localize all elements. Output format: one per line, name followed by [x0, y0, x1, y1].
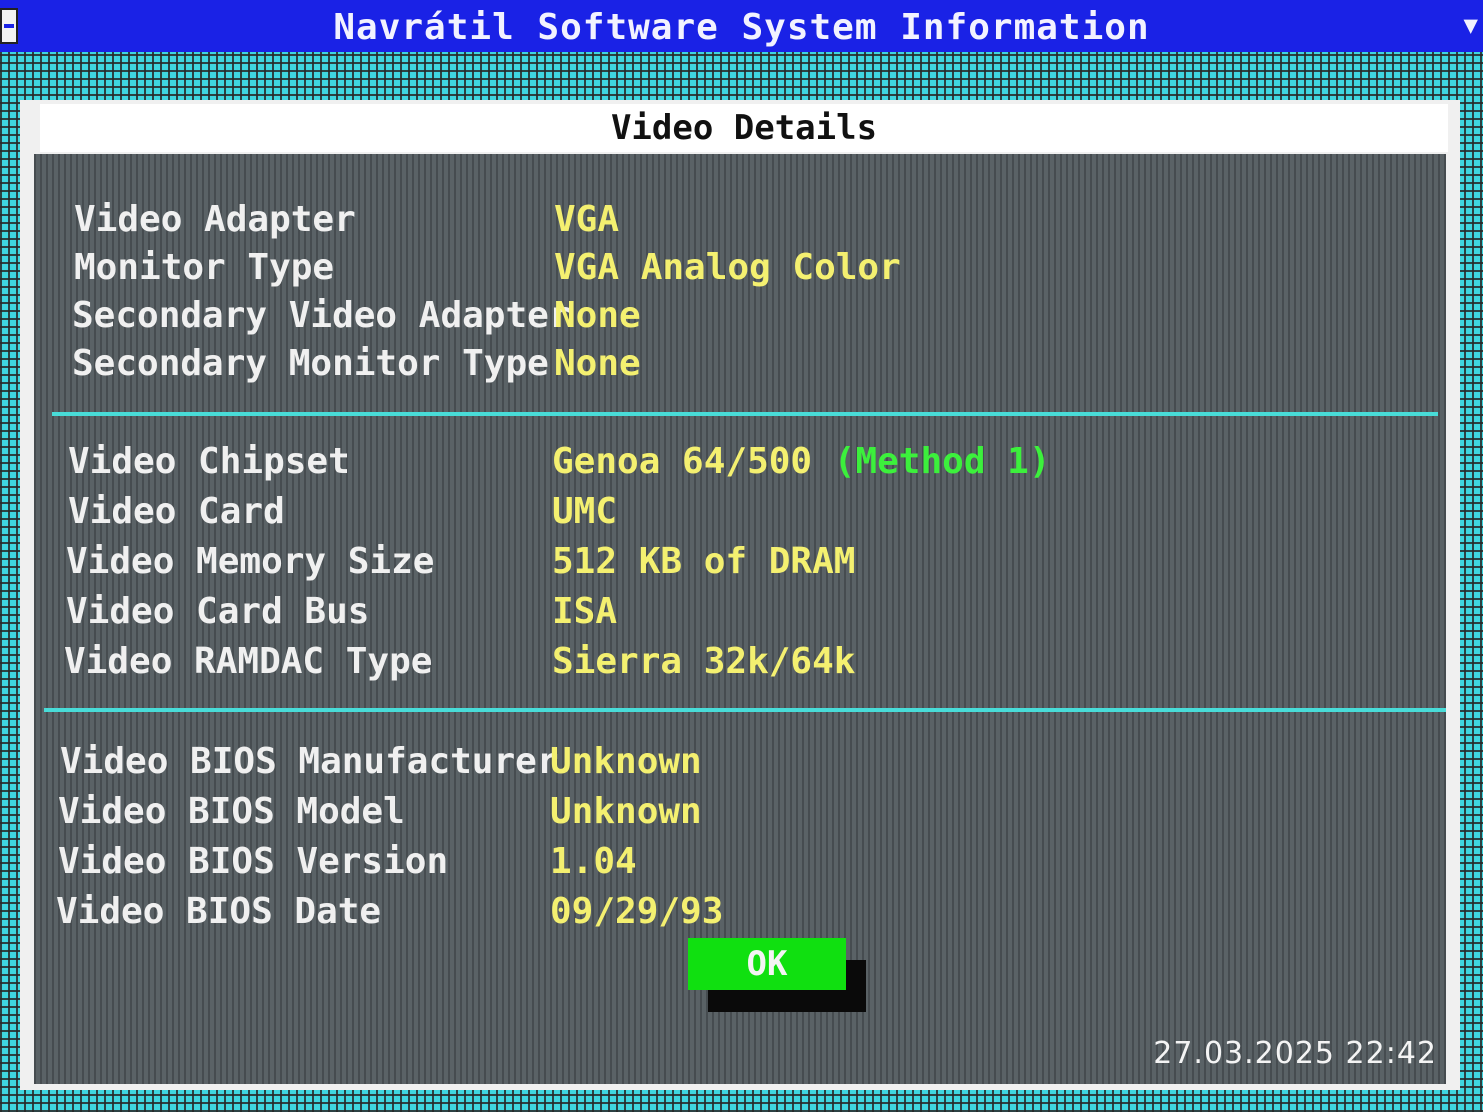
chipset-value: Genoa 64/500: [552, 441, 813, 482]
row-label: Video BIOS Version: [58, 841, 449, 882]
dialog-content: Video Adapter VGA Monitor Type VGA Analo…: [34, 154, 1446, 1084]
scroll-down-arrow-icon[interactable]: ▼: [1464, 10, 1479, 40]
row-label: Video Memory Size: [66, 541, 435, 582]
row-value: Unknown: [550, 741, 702, 782]
row-value: 09/29/93: [550, 891, 724, 932]
row-label: Video BIOS Model: [58, 791, 405, 832]
row-label: Video Chipset: [68, 441, 350, 482]
row-label: Secondary Video Adapter: [72, 295, 571, 336]
row-value: VGA: [554, 199, 620, 240]
dialog-title: Video Details: [40, 104, 1448, 152]
row-label: Video RAMDAC Type: [64, 641, 433, 682]
row-label: Video BIOS Manufacturer: [60, 741, 559, 782]
row-value: Genoa 64/500 (Method 1): [552, 438, 1051, 486]
row-value: ISA: [552, 591, 618, 632]
section-divider: [52, 412, 1438, 416]
photo-timestamp: 27.03.2025 22:42: [1153, 1036, 1437, 1071]
app-title: Navrátil Software System Information: [333, 7, 1150, 48]
row-label: Video BIOS Date: [56, 891, 382, 932]
chipset-method-note: (Method 1): [833, 441, 1051, 482]
row-label: Video Adapter: [74, 199, 356, 240]
row-label: Secondary Monitor Type: [72, 343, 549, 384]
row-value: None: [554, 343, 641, 384]
app-control-menu-icon[interactable]: [0, 8, 18, 44]
row-value: UMC: [552, 491, 618, 532]
row-value: Unknown: [550, 791, 702, 832]
video-details-dialog: Video Details Video Adapter VGA Monitor …: [20, 100, 1460, 1090]
row-value: 512 KB of DRAM: [552, 541, 856, 582]
app-titlebar: Navrátil Software System Information ▼: [0, 0, 1483, 52]
section-divider: [44, 708, 1446, 712]
ok-button[interactable]: OK: [688, 938, 846, 990]
row-value: VGA Analog Color: [554, 247, 901, 288]
row-value: 1.04: [550, 841, 637, 882]
row-label: Video Card Bus: [66, 591, 370, 632]
row-value: Sierra 32k/64k: [552, 641, 856, 682]
row-label: Video Card: [68, 491, 285, 532]
row-value: None: [554, 295, 641, 336]
row-label: Monitor Type: [74, 247, 335, 288]
